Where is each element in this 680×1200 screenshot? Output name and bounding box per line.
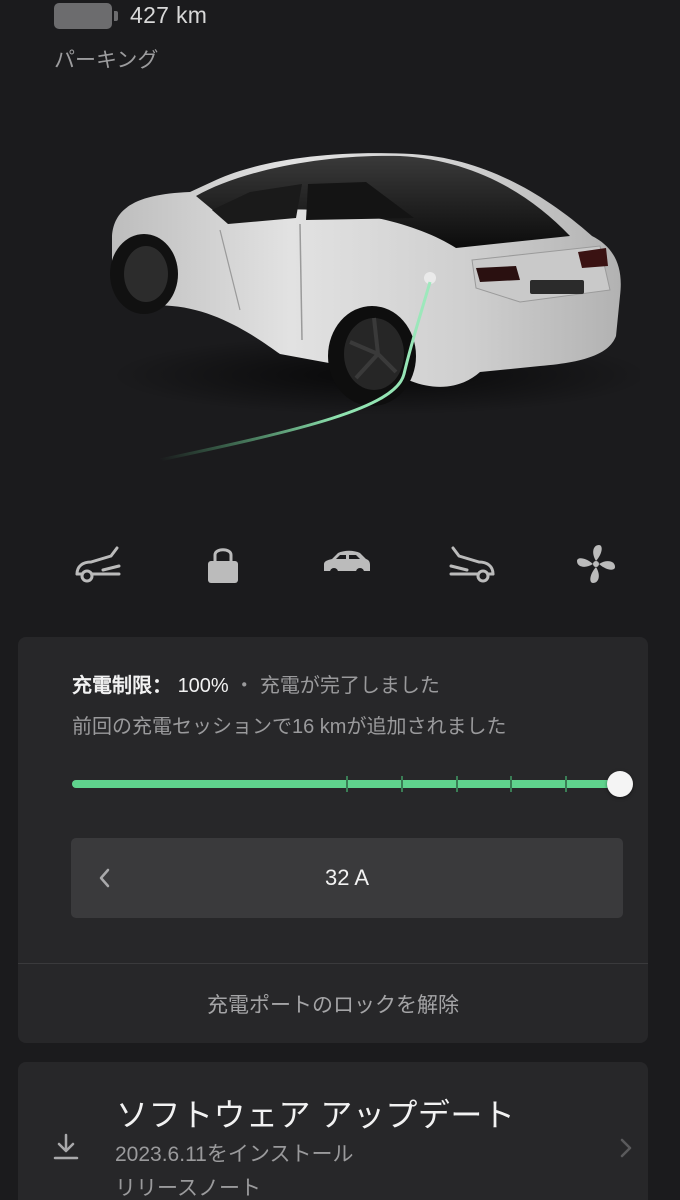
gear-status: パーキング	[54, 49, 159, 72]
charging-card: 充電制限： 100% ・ 充電が完了しました 前回の充電セッションで16 kmが…	[18, 637, 648, 1043]
software-update-title: ソフトウェア アップデート	[116, 1097, 516, 1133]
battery-icon	[54, 2, 118, 29]
release-notes-link[interactable]: リリースノート	[115, 1172, 261, 1200]
range-value: 427 km	[130, 2, 208, 28]
charge-limit-slider[interactable]	[72, 771, 634, 797]
lock-icon	[207, 548, 238, 583]
amperage-value: 32 A	[324, 865, 370, 890]
frunk-icon	[75, 546, 121, 583]
trunk-icon	[449, 546, 494, 583]
trunk-button[interactable]	[436, 540, 508, 588]
slider-tick	[400, 776, 403, 792]
frunk-button[interactable]	[62, 540, 134, 588]
app-screen: 427 km パーキング 充電制限： 100% ・ 充電が完了しました 前回の充…	[0, 0, 680, 1200]
charge-status-text: 充電が完了しました	[259, 675, 440, 697]
software-update-card[interactable]: ソフトウェア アップデート 2023.6.11をインストール リリースノート	[18, 1062, 648, 1200]
car-button[interactable]	[311, 540, 383, 588]
unlock-charge-port-button[interactable]: 充電ポートのロックを解除	[18, 964, 648, 1043]
amperage-control: 32 A	[71, 838, 623, 918]
slider-handle[interactable]	[607, 771, 633, 797]
car-image	[100, 140, 650, 480]
status-separator: ・	[234, 675, 255, 697]
slider-tick	[510, 776, 513, 792]
charge-added-text: 前回の充電セッションで16 kmが追加されました	[72, 716, 507, 738]
car-icon	[324, 550, 370, 576]
slider-tick	[455, 776, 458, 792]
climate-button[interactable]	[560, 540, 632, 588]
fan-icon	[577, 545, 615, 583]
charge-limit-label: 充電制限：	[72, 675, 172, 697]
slider-tick	[565, 776, 568, 792]
quick-actions	[62, 540, 632, 588]
download-icon	[53, 1133, 79, 1160]
lock-button[interactable]	[187, 540, 259, 588]
battery-status: 427 km	[54, 2, 207, 29]
slider-tick	[346, 776, 348, 792]
charge-limit-value: 100%	[177, 675, 229, 697]
charge-status-line: 充電制限： 100% ・ 充電が完了しました	[72, 669, 440, 698]
chevron-right-icon	[620, 1138, 632, 1158]
software-version-text: 2023.6.11をインストール	[115, 1143, 354, 1166]
